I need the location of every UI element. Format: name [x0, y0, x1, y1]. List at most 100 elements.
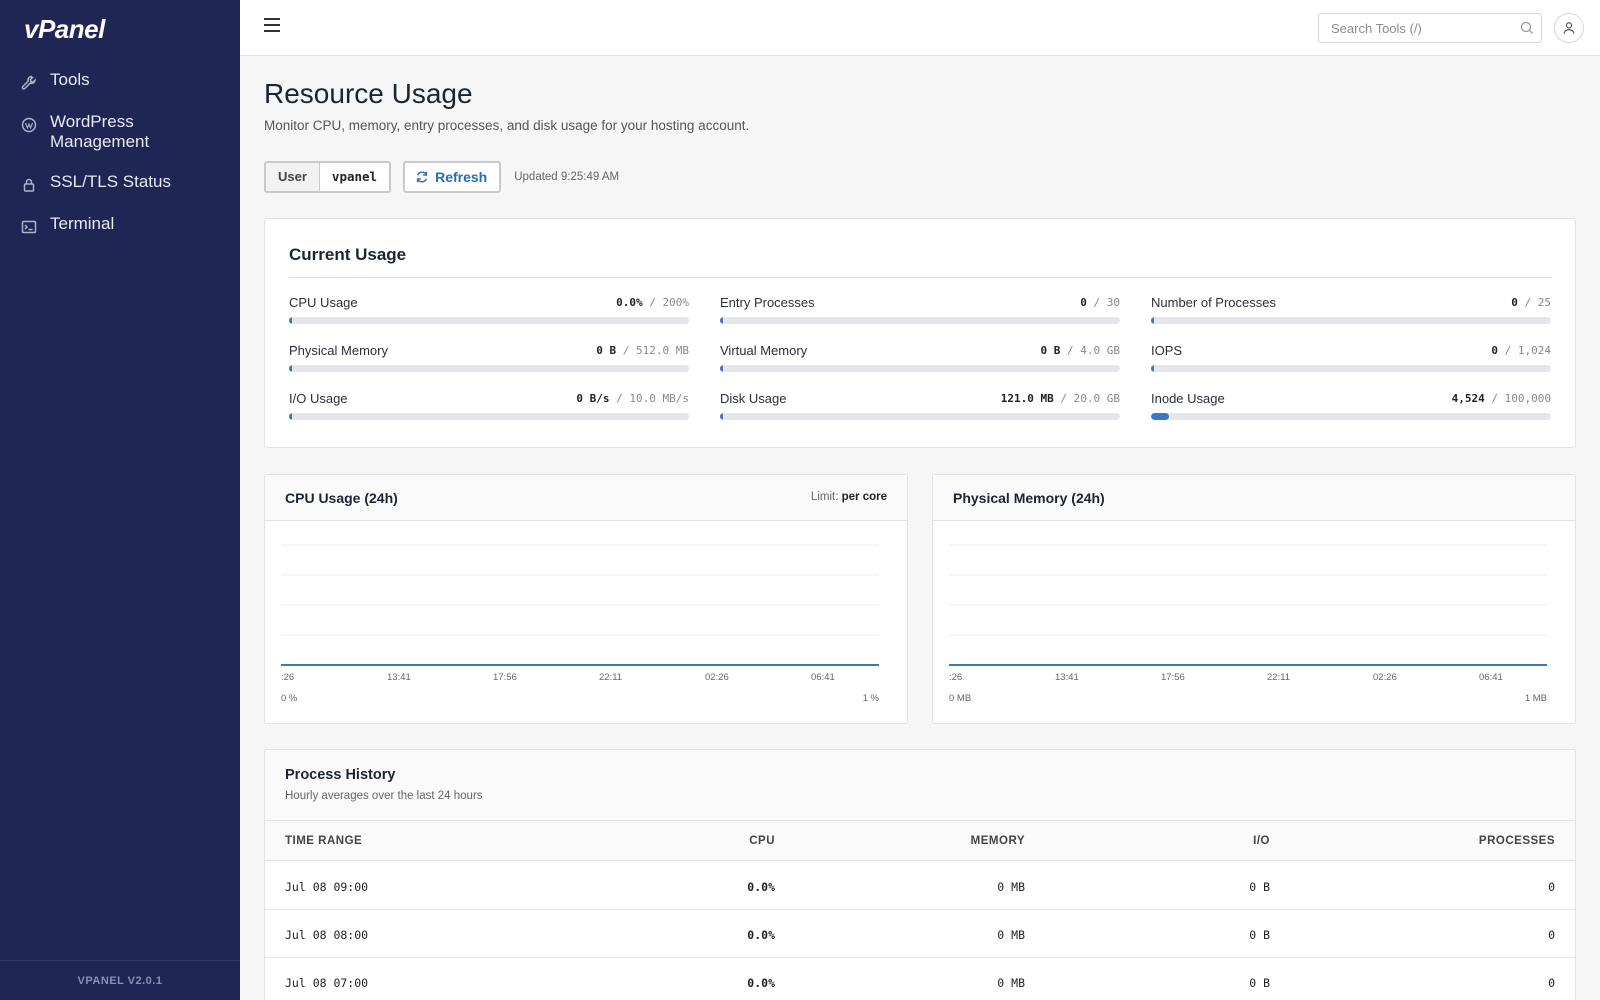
current-usage-title: Current Usage [289, 245, 407, 264]
metric-value: 0 / 1,024 [1491, 344, 1551, 357]
refresh-label: Refresh [435, 169, 488, 185]
metric-cpu-usage: CPU Usage 0.0% / 200% [289, 295, 689, 335]
metric-limit: / 4.0 GB [1067, 344, 1120, 357]
vpanel-logo[interactable]: vPanel [24, 14, 105, 45]
metric-used: 0 [1080, 296, 1087, 309]
user-selector[interactable]: User vpanel [264, 161, 392, 193]
table-row: Jul 08 08:00 0.0% 0 MB 0 B 0 [265, 910, 1575, 958]
page-title: Resource Usage [264, 78, 473, 109]
metric-number-of-processes: Number of Processes 0 / 25 [1151, 295, 1551, 335]
table-row: Jul 08 07:00 0.0% 0 MB 0 B 0 [265, 958, 1575, 1000]
x-tick-label: 06:41 [1479, 672, 1503, 683]
y-max-label: 1 MB [1525, 693, 1547, 704]
x-tick-label: :26 [281, 672, 294, 683]
y-min-label: 0 MB [949, 693, 971, 704]
progress-fill [1151, 365, 1154, 372]
user-avatar-button[interactable] [1554, 13, 1584, 43]
updated-timestamp: Updated 9:25:49 AM [514, 171, 620, 183]
lock-icon [20, 176, 38, 194]
progress-bar [720, 413, 1120, 420]
metric-limit: / 1,024 [1504, 344, 1551, 357]
metric-value: 0 B/s / 10.0 MB/s [576, 392, 689, 405]
progress-fill [720, 413, 723, 420]
sidebar-item-terminal[interactable]: Terminal [0, 208, 240, 242]
cell-processes: 0 [1548, 928, 1555, 942]
controls-bar: User vpanel Refresh Updated 9:25:49 AM [264, 161, 619, 193]
x-tick-label: 02:26 [1373, 672, 1397, 683]
wrench-icon [20, 74, 38, 92]
cell-time-range: Jul 08 09:00 [285, 880, 369, 894]
cell-cpu: 0.0% [747, 976, 775, 990]
metric-label: I/O Usage [289, 391, 348, 406]
metric-used: 0 B [1040, 344, 1061, 357]
metric-used: 4,524 [1451, 392, 1485, 405]
progress-fill [289, 365, 292, 372]
sidebar: vPanel Tools WordPress Management SSL/TL… [0, 0, 240, 1000]
search-icon[interactable] [1519, 20, 1535, 36]
refresh-button[interactable]: Refresh [403, 161, 502, 193]
search-input[interactable] [1319, 14, 1504, 42]
cell-cpu: 0.0% [747, 928, 775, 942]
sidebar-item-ssl-tls-status[interactable]: SSL/TLS Status [0, 166, 240, 200]
column-header-processes[interactable]: PROCESSES [1479, 835, 1555, 847]
metric-label: CPU Usage [289, 295, 358, 310]
cpu-chart-card: CPU Usage (24h) Limit: per core :26 13:41… [264, 474, 908, 724]
column-header-io[interactable]: I/O [1253, 835, 1270, 847]
version-label: VPANEL V2.0.1 [0, 960, 240, 1000]
refresh-icon [417, 171, 428, 183]
metric-limit: / 20.0 GB [1060, 392, 1120, 405]
metric-label: Number of Processes [1151, 295, 1276, 310]
sidebar-item-tools[interactable]: Tools [0, 64, 240, 98]
search-box [1318, 13, 1542, 43]
metric-label: Inode Usage [1151, 391, 1225, 406]
user-icon [1563, 22, 1575, 34]
metric-used: 0 B [596, 344, 617, 357]
metric-inode-usage: Inode Usage 4,524 / 100,000 [1151, 391, 1551, 431]
sidebar-item-label: SSL/TLS Status [50, 172, 171, 191]
metric-used: 0 B/s [576, 392, 610, 405]
cell-cpu: 0.0% [747, 880, 775, 894]
metric-entry-processes: Entry Processes 0 / 30 [720, 295, 1120, 335]
progress-fill [720, 317, 723, 324]
sidebar-item-wordpress-management[interactable]: WordPress Management [0, 106, 240, 158]
sidebar-nav: Tools WordPress Management SSL/TLS Statu… [0, 64, 240, 250]
topbar [240, 0, 1600, 56]
page-subtitle: Monitor CPU, memory, entry processes, an… [264, 118, 750, 133]
memory-chart: :26 13:41 17:56 22:11 02:26 06:41 0 MB 1 MB [949, 544, 1547, 704]
progress-bar [1151, 317, 1551, 324]
user-label: User [266, 163, 320, 191]
sidebar-item-label: Terminal [50, 214, 115, 233]
progress-bar [289, 365, 689, 372]
metric-physical-memory: Physical Memory 0 B / 512.0 MB [289, 343, 689, 383]
table-header: TIME RANGE CPU MEMORY I/O PROCESSES [265, 821, 1575, 861]
metric-label: IOPS [1151, 343, 1183, 358]
metric-label: Entry Processes [720, 295, 815, 310]
cell-time-range: Jul 08 08:00 [285, 928, 369, 942]
x-tick-label: 13:41 [387, 672, 411, 683]
current-usage-card: Current Usage CPU Usage 0.0% / 200% Entry … [264, 218, 1576, 448]
metric-iops: IOPS 0 / 1,024 [1151, 343, 1551, 383]
column-header-memory[interactable]: MEMORY [971, 835, 1025, 847]
x-tick-label: 17:56 [1161, 672, 1185, 683]
progress-bar [289, 413, 689, 420]
progress-fill [1151, 317, 1154, 324]
metric-virtual-memory: Virtual Memory 0 B / 4.0 GB [720, 343, 1120, 383]
metric-value: 0 B / 512.0 MB [596, 344, 689, 357]
column-header-time-range[interactable]: TIME RANGE [285, 835, 362, 847]
cell-processes: 0 [1548, 880, 1555, 894]
column-header-cpu[interactable]: CPU [749, 835, 775, 847]
metric-label: Disk Usage [720, 391, 787, 406]
sidebar-item-label: WordPress Management [50, 112, 150, 151]
metric-value: 121.0 MB / 20.0 GB [1001, 392, 1120, 405]
cell-memory: 0 MB [997, 928, 1025, 942]
hamburger-menu-icon[interactable] [264, 18, 282, 38]
terminal-icon [20, 218, 38, 236]
metric-limit: / 10.0 MB/s [616, 392, 689, 405]
user-value: vpanel [319, 163, 390, 191]
metric-value: 0.0% / 200% [616, 296, 689, 309]
cell-memory: 0 MB [997, 976, 1025, 990]
progress-bar [720, 317, 1120, 324]
metric-value: 0 / 25 [1511, 296, 1551, 309]
metric-i-o-usage: I/O Usage 0 B/s / 10.0 MB/s [289, 391, 689, 431]
chart-title: CPU Usage (24h) [285, 490, 398, 506]
